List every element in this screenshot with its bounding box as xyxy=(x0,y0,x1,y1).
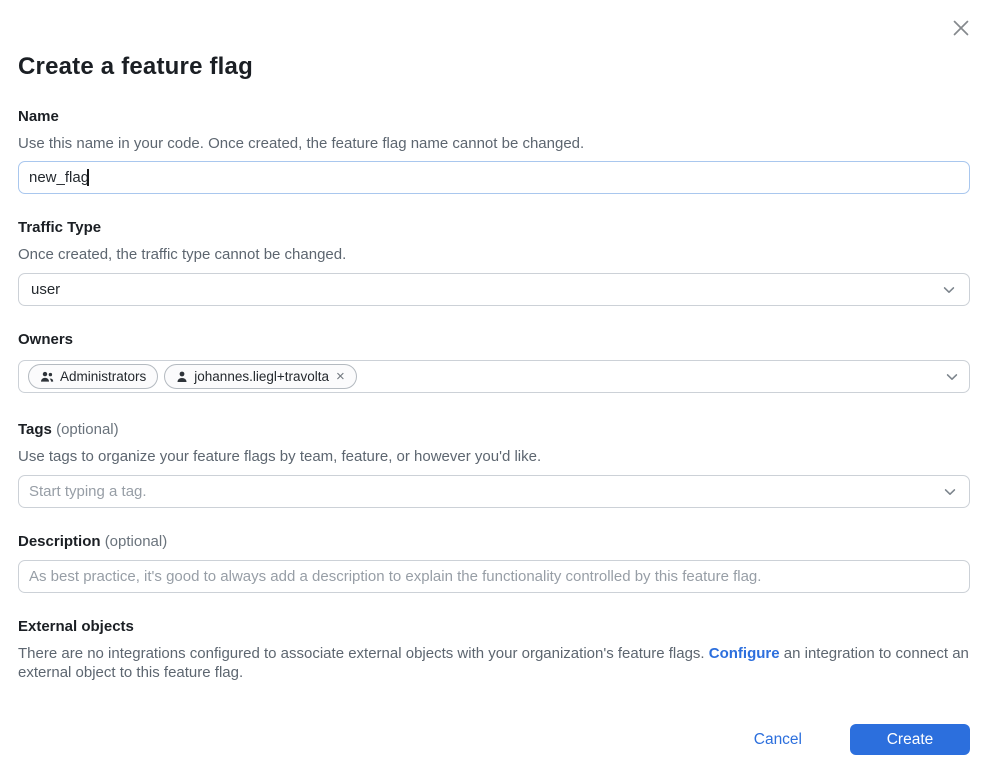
owner-chip-administrators[interactable]: Administrators xyxy=(28,364,158,389)
description-input-wrap xyxy=(18,560,970,593)
description-label-text: Description xyxy=(18,533,101,550)
configure-link[interactable]: Configure xyxy=(709,645,780,662)
user-icon xyxy=(176,371,188,383)
name-field-group: Name Use this name in your code. Once cr… xyxy=(18,108,970,194)
description-optional-text: (optional) xyxy=(105,533,168,550)
chevron-down-icon xyxy=(944,369,960,385)
external-objects-text: There are no integrations configured to … xyxy=(18,645,970,682)
name-help-text: Use this name in your code. Once created… xyxy=(18,135,970,153)
name-input[interactable] xyxy=(18,161,970,194)
create-button[interactable]: Create xyxy=(850,724,970,755)
owner-chip-label: johannes.liegl+travolta xyxy=(194,369,329,384)
external-objects-group: External objects There are no integratio… xyxy=(18,618,970,682)
owners-field-group: Owners Administrators xyxy=(18,331,970,393)
traffic-type-field-group: Traffic Type Once created, the traffic t… xyxy=(18,219,970,306)
chevron-down-icon xyxy=(941,282,957,298)
external-objects-label: External objects xyxy=(18,618,970,636)
owner-chip-user[interactable]: johannes.liegl+travolta × xyxy=(164,364,356,389)
traffic-type-help-text: Once created, the traffic type cannot be… xyxy=(18,246,970,264)
tags-optional-text: (optional) xyxy=(56,421,119,438)
close-icon xyxy=(950,17,972,39)
tags-help-text: Use tags to organize your feature flags … xyxy=(18,448,970,466)
name-label: Name xyxy=(18,108,970,126)
name-input-wrap xyxy=(18,161,970,194)
close-button[interactable] xyxy=(946,13,976,43)
cancel-button[interactable]: Cancel xyxy=(752,727,804,753)
tags-label-text: Tags xyxy=(18,421,52,438)
traffic-type-select[interactable]: user xyxy=(18,273,970,306)
tags-input[interactable] xyxy=(18,475,970,508)
group-icon xyxy=(40,371,54,383)
traffic-type-label: Traffic Type xyxy=(18,219,970,237)
owner-chip-label: Administrators xyxy=(60,369,146,384)
traffic-type-value: user xyxy=(31,281,60,298)
tags-field-group: Tags (optional) Use tags to organize you… xyxy=(18,421,970,508)
description-input[interactable] xyxy=(18,560,970,593)
description-field-group: Description (optional) xyxy=(18,533,970,593)
remove-owner-icon[interactable]: × xyxy=(336,369,345,384)
modal-title: Create a feature flag xyxy=(18,0,970,81)
tags-label: Tags (optional) xyxy=(18,421,970,439)
text-caret xyxy=(87,169,89,186)
modal-footer: Cancel Create xyxy=(18,724,970,755)
create-feature-flag-modal: Create a feature flag Name Use this name… xyxy=(0,0,988,763)
external-objects-text-before: There are no integrations configured to … xyxy=(18,645,709,662)
owners-label: Owners xyxy=(18,331,970,349)
owners-select[interactable]: Administrators johannes.liegl+travolta × xyxy=(18,360,970,393)
tags-combo-wrap xyxy=(18,475,970,508)
description-label: Description (optional) xyxy=(18,533,970,551)
